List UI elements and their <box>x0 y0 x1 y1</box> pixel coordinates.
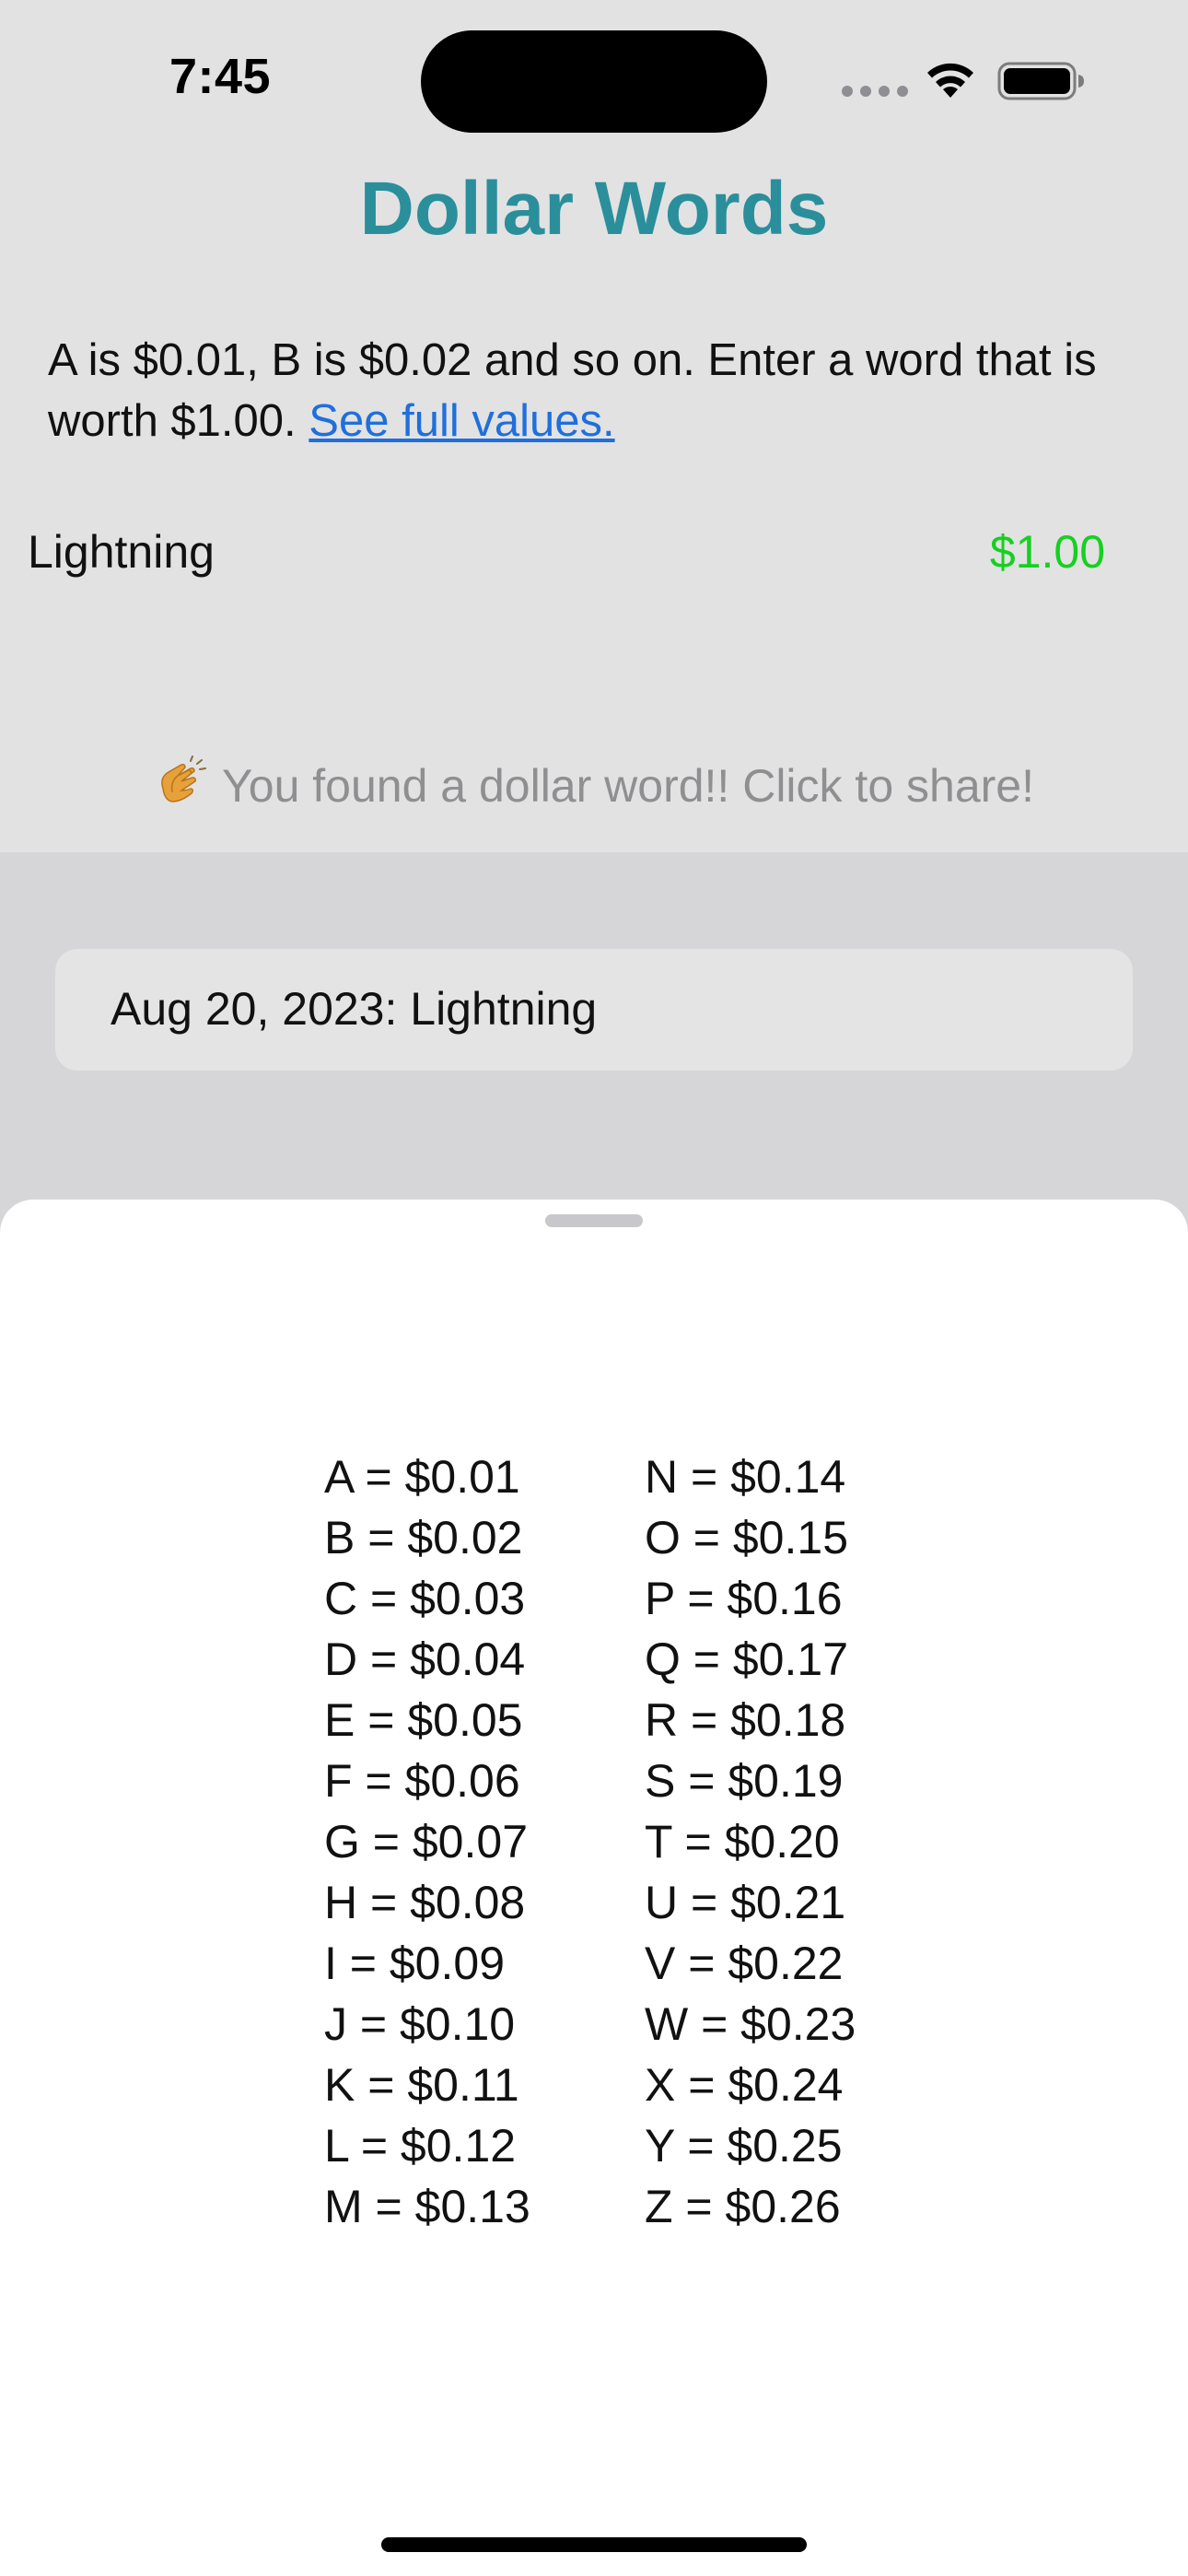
word-entry-row[interactable]: Lightning $1.00 <box>28 525 1105 590</box>
letter-value-item: D = $0.04 <box>324 1633 526 1685</box>
success-message: You found a dollar word!! Click to share… <box>222 760 1034 812</box>
letter-value-item: P = $0.16 <box>645 1573 843 1624</box>
home-indicator[interactable] <box>381 2537 807 2552</box>
letter-value-item: X = $0.24 <box>645 2059 844 2111</box>
letter-value-item: G = $0.07 <box>324 1816 528 1868</box>
cellular-signal-icon <box>842 86 908 97</box>
letter-value-item: J = $0.10 <box>324 1998 516 2050</box>
word-input[interactable]: Lightning <box>28 525 215 579</box>
letter-value-item: C = $0.03 <box>324 1573 526 1624</box>
history-entry: Aug 20, 2023: Lightning <box>111 983 598 1035</box>
status-time: 7:45 <box>169 49 272 104</box>
letter-value-item: I = $0.09 <box>324 1938 505 1989</box>
values-sheet[interactable]: A = $0.01 B = $0.02 C = $0.03 D = $0.04 E = … <box>0 1200 1188 2576</box>
letter-value-item: O = $0.15 <box>645 1512 848 1563</box>
sheet-grabber[interactable] <box>545 1214 643 1227</box>
letter-value-item: Q = $0.17 <box>645 1633 848 1685</box>
values-left-column: A = $0.01 B = $0.02 C = $0.03 D = $0.04 E = … <box>324 1446 530 2237</box>
letter-value-item: Z = $0.26 <box>645 2181 841 2232</box>
letter-value-item: R = $0.18 <box>645 1694 846 1746</box>
letter-value-item: Y = $0.25 <box>645 2120 843 2172</box>
letter-value-item: N = $0.14 <box>645 1451 846 1503</box>
letter-value-item: A = $0.01 <box>324 1451 520 1503</box>
dynamic-island <box>421 30 767 133</box>
values-right-column: N = $0.14 O = $0.15 P = $0.16 Q = $0.17 R = … <box>645 1446 856 2237</box>
clapping-hands-icon <box>161 755 206 802</box>
letter-value-item: L = $0.12 <box>324 2120 517 2172</box>
battery-icon <box>997 62 1084 100</box>
letter-value-item: S = $0.19 <box>645 1755 844 1807</box>
letter-value-item: V = $0.22 <box>645 1938 844 1989</box>
letter-value-item: F = $0.06 <box>324 1755 520 1807</box>
share-success-button[interactable]: You found a dollar word!! Click to share… <box>0 755 1188 813</box>
word-value: $1.00 <box>989 526 1105 578</box>
letter-value-item: B = $0.02 <box>324 1512 523 1563</box>
instructions-text: A is $0.01, B is $0.02 and so on. Enter … <box>48 330 1153 451</box>
letter-value-item: K = $0.11 <box>324 2059 519 2111</box>
letter-value-item: W = $0.23 <box>645 1998 856 2050</box>
see-full-values-link[interactable]: See full values. <box>309 396 614 446</box>
history-card[interactable]: Aug 20, 2023: Lightning <box>55 949 1133 1071</box>
letter-value-item: T = $0.20 <box>645 1816 840 1868</box>
letter-value-item: H = $0.08 <box>324 1877 526 1928</box>
wifi-icon <box>927 63 973 98</box>
letter-value-item: M = $0.13 <box>324 2181 530 2232</box>
letter-value-item: U = $0.21 <box>645 1877 846 1928</box>
letter-value-item: E = $0.05 <box>324 1694 523 1746</box>
page-title: Dollar Words <box>359 167 829 251</box>
